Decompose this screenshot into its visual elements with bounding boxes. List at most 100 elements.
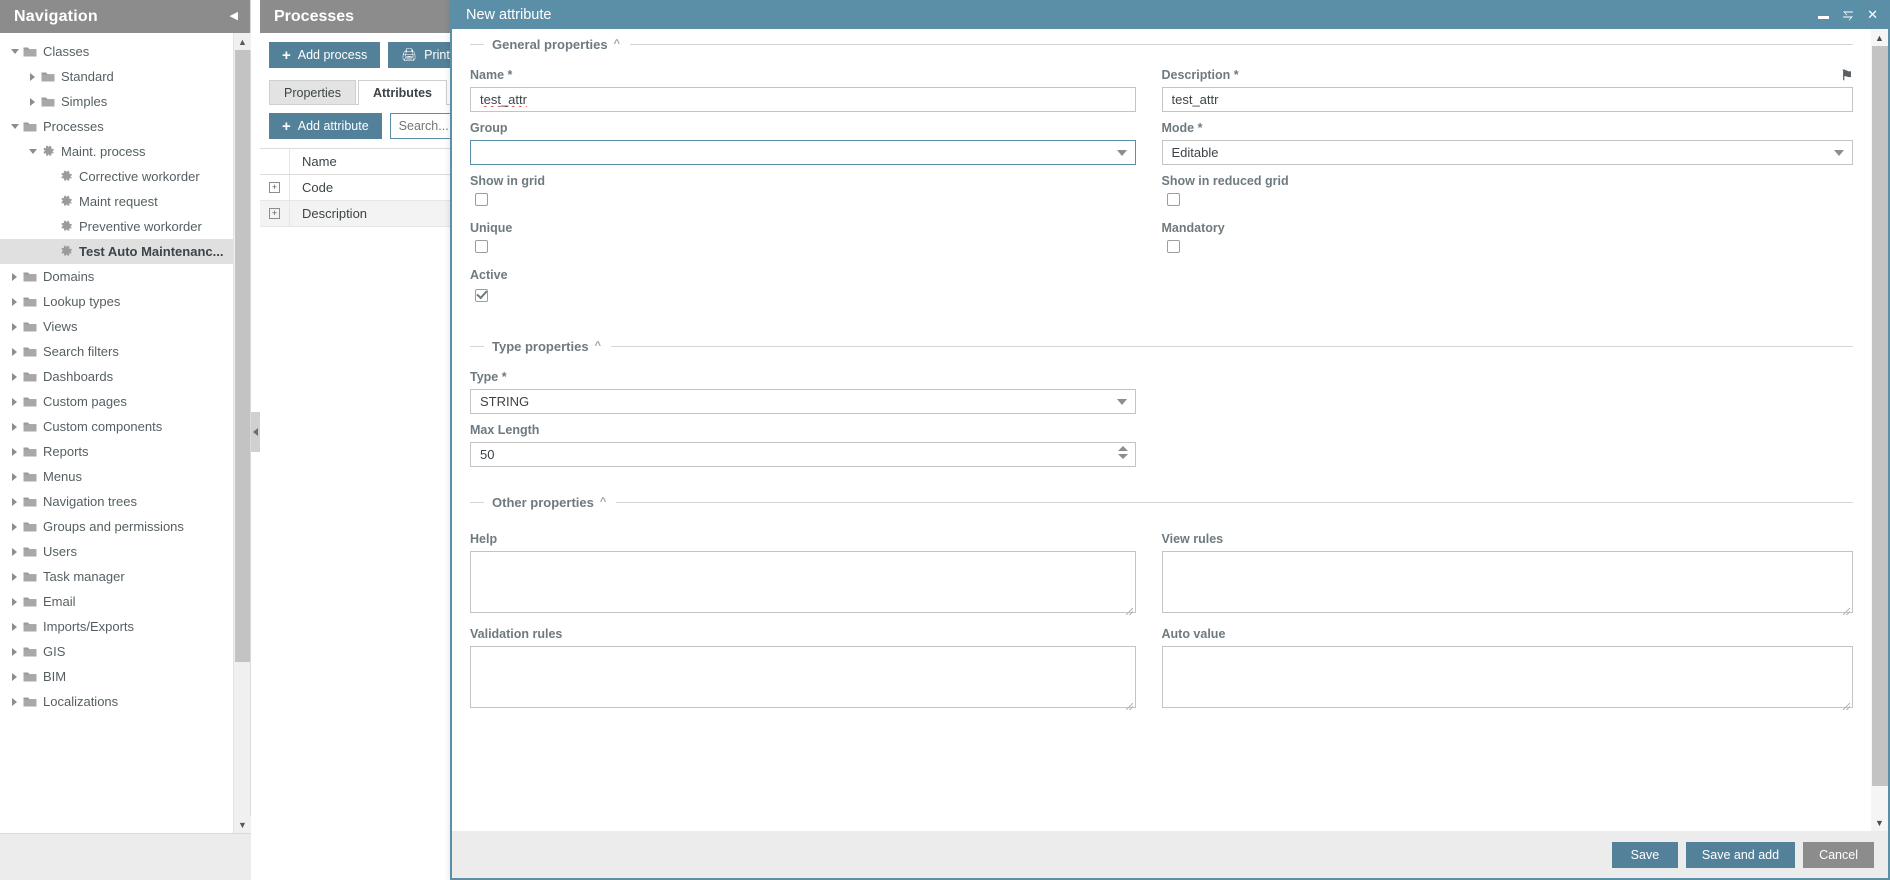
sidebar-item-navigation-trees[interactable]: Navigation trees [0, 489, 250, 514]
expand-cell[interactable]: + [260, 175, 290, 200]
sidebar-item-preventive-workorder[interactable]: Preventive workorder [0, 214, 250, 239]
chevron-right-icon[interactable] [8, 522, 21, 531]
chevron-right-icon[interactable] [8, 397, 21, 406]
type-select[interactable]: STRING [470, 389, 1136, 414]
scroll-down-icon[interactable]: ▼ [1871, 814, 1888, 831]
chevron-right-icon[interactable] [8, 572, 21, 581]
chevron-right-icon[interactable] [8, 597, 21, 606]
sidebar-item-users[interactable]: Users [0, 539, 250, 564]
description-input[interactable] [1161, 87, 1853, 112]
chevron-down-icon[interactable] [8, 124, 21, 129]
navigation-scrollbar[interactable]: ▲ ▼ [233, 33, 251, 833]
sidebar-item-maint-process[interactable]: Maint. process [0, 139, 250, 164]
sidebar-item-lookup-types[interactable]: Lookup types [0, 289, 250, 314]
sidebar-item-views[interactable]: Views [0, 314, 250, 339]
quantity-stepper[interactable] [1117, 446, 1128, 459]
maximize-icon[interactable]: ⥧ [1843, 8, 1853, 21]
sidebar-item-localizations[interactable]: Localizations [0, 689, 250, 714]
chevron-up-icon[interactable]: ^ [614, 38, 620, 50]
close-icon[interactable]: ✕ [1867, 8, 1878, 21]
chevron-down-icon[interactable] [8, 49, 21, 54]
chevron-right-icon[interactable] [8, 297, 21, 306]
chevron-down-icon[interactable] [26, 149, 39, 154]
chevron-up-icon[interactable]: ^ [595, 340, 601, 352]
chevron-right-icon[interactable] [8, 347, 21, 356]
max-length-input[interactable] [470, 442, 1136, 467]
chevron-left-icon[interactable]: ◀ [230, 11, 238, 22]
chevron-up-icon[interactable]: ^ [600, 496, 606, 508]
unique-checkbox[interactable] [475, 240, 488, 253]
panel-collapse-handle[interactable] [251, 412, 260, 452]
name-input[interactable] [470, 87, 1136, 112]
stepper-down-icon[interactable] [1117, 454, 1128, 459]
chevron-down-icon[interactable] [1116, 399, 1127, 405]
validation-rules-textarea[interactable] [470, 646, 1136, 708]
chevron-right-icon[interactable] [26, 72, 39, 81]
sidebar-item-menus[interactable]: Menus [0, 464, 250, 489]
tab-attributes[interactable]: Attributes [357, 80, 448, 105]
chevron-right-icon[interactable] [8, 447, 21, 456]
dialog-scrollbar[interactable]: ▲ ▼ [1871, 29, 1888, 831]
chevron-right-icon[interactable] [8, 322, 21, 331]
sidebar-item-domains[interactable]: Domains [0, 264, 250, 289]
show-in-grid-checkbox[interactable] [475, 193, 488, 206]
save-and-add-button[interactable]: Save and add [1685, 841, 1796, 868]
sidebar-item-imports-exports[interactable]: Imports/Exports [0, 614, 250, 639]
sidebar-item-simples[interactable]: Simples [0, 89, 250, 114]
sidebar-item-bim[interactable]: BIM [0, 664, 250, 689]
view-rules-textarea[interactable] [1161, 551, 1853, 613]
navigation-scrollbar-thumb[interactable] [235, 50, 250, 662]
cancel-button[interactable]: Cancel [1803, 841, 1874, 868]
sidebar-item-test-auto-maintenanc[interactable]: Test Auto Maintenanc... [0, 239, 250, 264]
group-select[interactable] [470, 140, 1136, 165]
mandatory-checkbox[interactable] [1166, 240, 1180, 253]
sidebar-item-gis[interactable]: GIS [0, 639, 250, 664]
sidebar-item-dashboards[interactable]: Dashboards [0, 364, 250, 389]
show-in-reduced-grid-checkbox[interactable] [1166, 193, 1180, 206]
sidebar-item-custom-components[interactable]: Custom components [0, 414, 250, 439]
sidebar-item-groups-and-permissions[interactable]: Groups and permissions [0, 514, 250, 539]
scroll-up-icon[interactable]: ▲ [1871, 29, 1888, 46]
chevron-down-icon[interactable] [1834, 150, 1844, 156]
sidebar-item-reports[interactable]: Reports [0, 439, 250, 464]
flag-icon[interactable]: ⚑ [1840, 68, 1853, 82]
sidebar-item-classes[interactable]: Classes [0, 39, 250, 64]
active-checkbox[interactable] [475, 288, 488, 302]
sidebar-item-processes[interactable]: Processes [0, 114, 250, 139]
sidebar-item-search-filters[interactable]: Search filters [0, 339, 250, 364]
sidebar-item-standard[interactable]: Standard [0, 64, 250, 89]
minimize-icon[interactable] [1817, 8, 1829, 21]
expand-icon[interactable]: + [269, 208, 280, 219]
sidebar-item-corrective-workorder[interactable]: Corrective workorder [0, 164, 250, 189]
chevron-right-icon[interactable] [8, 272, 21, 281]
stepper-up-icon[interactable] [1117, 446, 1128, 451]
save-button[interactable]: Save [1611, 841, 1678, 868]
sidebar-item-task-manager[interactable]: Task manager [0, 564, 250, 589]
chevron-down-icon[interactable] [1116, 150, 1127, 156]
navigation-tree-container[interactable]: Classes Standard Simples Processes Maint. pr… [0, 33, 250, 833]
auto-value-textarea[interactable] [1161, 646, 1853, 708]
expand-icon[interactable]: + [269, 182, 280, 193]
chevron-right-icon[interactable] [8, 422, 21, 431]
mode-select[interactable]: Editable [1161, 140, 1853, 165]
add-attribute-button[interactable]: + Add attribute [269, 113, 382, 139]
dialog-title-bar[interactable]: New attribute ⥧ ✕ [450, 0, 1890, 29]
chevron-right-icon[interactable] [8, 672, 21, 681]
chevron-right-icon[interactable] [26, 97, 39, 106]
dialog-scrollbar-thumb[interactable] [1872, 46, 1888, 786]
chevron-right-icon[interactable] [8, 472, 21, 481]
sidebar-item-email[interactable]: Email [0, 589, 250, 614]
chevron-right-icon[interactable] [8, 697, 21, 706]
help-textarea[interactable] [470, 551, 1136, 613]
chevron-right-icon[interactable] [8, 622, 21, 631]
chevron-right-icon[interactable] [8, 547, 21, 556]
chevron-right-icon[interactable] [8, 497, 21, 506]
tab-properties[interactable]: Properties [269, 80, 356, 104]
chevron-right-icon[interactable] [8, 647, 21, 656]
sidebar-item-maint-request[interactable]: Maint request [0, 189, 250, 214]
scroll-down-icon[interactable]: ▼ [234, 816, 251, 833]
chevron-right-icon[interactable] [8, 372, 21, 381]
add-process-button[interactable]: + Add process [269, 42, 381, 68]
sidebar-item-custom-pages[interactable]: Custom pages [0, 389, 250, 414]
expand-cell[interactable]: + [260, 201, 290, 226]
